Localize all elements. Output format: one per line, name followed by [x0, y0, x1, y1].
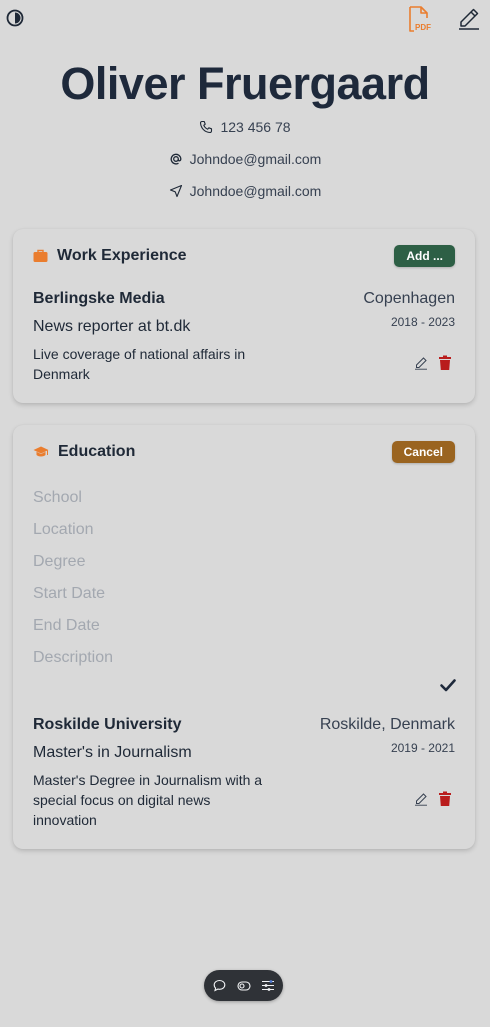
- phone-icon: [199, 120, 213, 134]
- trash-icon[interactable]: [437, 355, 453, 371]
- graduation-cap-icon: [33, 446, 49, 457]
- work-location: Copenhagen: [363, 290, 455, 307]
- start-date-input[interactable]: [33, 582, 455, 606]
- education-description: Master's Degree in Journalism with a spe…: [33, 772, 263, 828]
- contact-address: Johndoe@gmail.com: [0, 183, 490, 199]
- work-experience-header: Work Experience: [33, 247, 187, 265]
- email-text: Johndoe@gmail.com: [189, 151, 322, 167]
- at-sign-icon: [169, 152, 183, 166]
- education-title: Education: [58, 443, 136, 460]
- address-text: Johndoe@gmail.com: [189, 183, 322, 199]
- export-pdf-button[interactable]: PDF: [405, 4, 435, 34]
- work-entry: Berlingske Media Copenhagen News reporte…: [33, 290, 455, 390]
- education-location: Roskilde, Denmark: [319, 716, 455, 733]
- work-experience-title: Work Experience: [57, 247, 187, 264]
- pencil-icon: [459, 8, 479, 30]
- education-role: Master's in Journalism: [33, 744, 192, 761]
- edit-entry-icon[interactable]: [414, 356, 428, 370]
- work-role: News reporter at bt.dk: [33, 318, 191, 335]
- education-org: Roskilde University: [33, 716, 182, 733]
- location-input[interactable]: [33, 518, 455, 542]
- sliders-icon[interactable]: [261, 979, 275, 993]
- contrast-icon: [6, 9, 24, 27]
- work-org: Berlingske Media: [33, 290, 165, 307]
- education-header: Education: [33, 443, 135, 461]
- education-dates: 2019 - 2021: [390, 741, 455, 755]
- toggle-icon[interactable]: [236, 979, 251, 993]
- education-entry: Roskilde University Roskilde, Denmark Ma…: [33, 716, 455, 836]
- education-card: Education Cancel Roskilde University Ros…: [13, 425, 475, 849]
- bottom-toolbar: [204, 970, 283, 1001]
- contact-email: Johndoe@gmail.com: [0, 151, 490, 167]
- edit-profile-button[interactable]: [455, 4, 483, 32]
- briefcase-icon: [33, 249, 48, 262]
- chat-bubble-icon[interactable]: [213, 979, 227, 993]
- description-input[interactable]: [33, 646, 455, 670]
- work-description: Live coverage of national affairs in Den…: [33, 346, 246, 382]
- profile-name: Oliver Fruergaard: [60, 58, 430, 109]
- theme-toggle-button[interactable]: [5, 8, 25, 28]
- end-date-input[interactable]: [33, 614, 455, 638]
- contact-phone: 123 456 78: [0, 119, 490, 135]
- work-dates: 2018 - 2023: [390, 315, 455, 329]
- trash-icon[interactable]: [437, 791, 453, 807]
- degree-input[interactable]: [33, 550, 455, 574]
- checkmark-icon[interactable]: [439, 676, 457, 694]
- pdf-file-icon: PDF: [409, 6, 431, 32]
- send-icon: [169, 184, 183, 198]
- edit-entry-icon[interactable]: [414, 792, 428, 806]
- phone-text: 123 456 78: [220, 119, 291, 135]
- add-work-button[interactable]: Add ...: [394, 245, 455, 267]
- school-input[interactable]: [33, 486, 455, 510]
- cancel-education-button[interactable]: Cancel: [391, 441, 455, 463]
- work-experience-card: Work Experience Add ... Berlingske Media…: [13, 229, 475, 403]
- pdf-icon-label: PDF: [415, 23, 431, 32]
